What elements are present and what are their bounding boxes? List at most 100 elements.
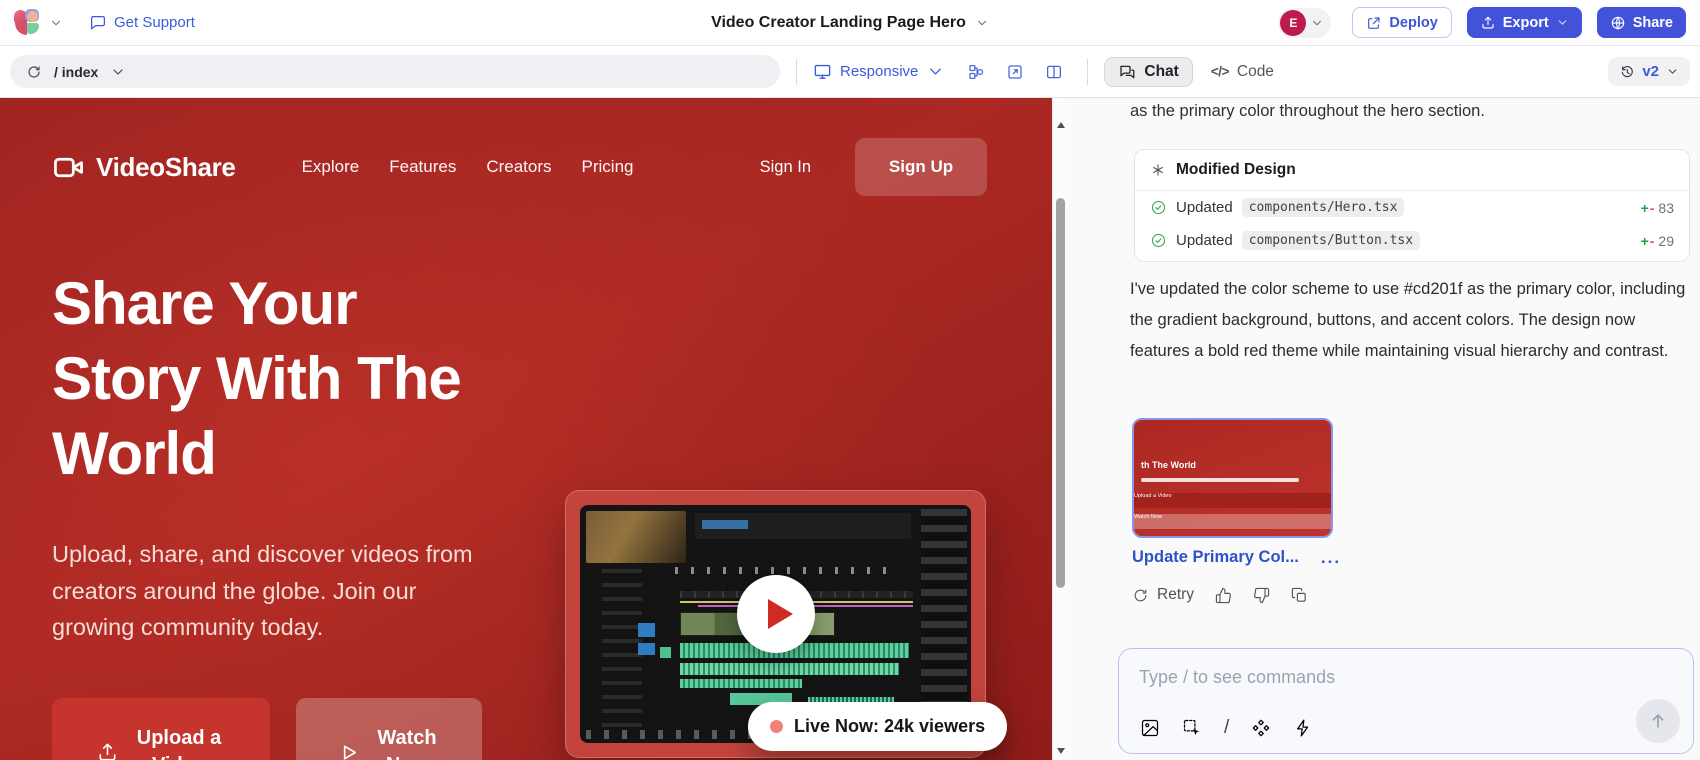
- chat-input[interactable]: [1139, 662, 1623, 692]
- diff-stat: + - 83: [1641, 200, 1674, 216]
- lightning-icon: [1293, 718, 1313, 738]
- plus-sign: +: [1641, 233, 1649, 249]
- retry-icon: [1132, 587, 1149, 604]
- play-icon: [337, 741, 360, 760]
- chevron-down-icon: [975, 16, 989, 30]
- chat-panel: as the primary color throughout the hero…: [1068, 98, 1700, 760]
- top-header: Get Support Video Creator Landing Page H…: [0, 0, 1700, 46]
- play-button[interactable]: [737, 575, 815, 653]
- globe-icon: [1610, 15, 1626, 31]
- sign-in-link[interactable]: Sign In: [760, 158, 811, 177]
- message-actions: Retry: [1132, 586, 1308, 604]
- avatar: E: [1280, 10, 1306, 36]
- version-link[interactable]: Update Primary Col...: [1132, 548, 1299, 567]
- thumbs-up-icon: [1215, 587, 1232, 604]
- videoshare-brand[interactable]: VideoShare: [52, 151, 236, 184]
- upload-video-label: Upload a Video: [132, 725, 227, 760]
- split-view-icon: [1045, 63, 1063, 81]
- watch-now-button[interactable]: Watch Now: [296, 698, 482, 760]
- quick-actions-button[interactable]: [1293, 718, 1313, 738]
- change-action: Updated: [1176, 199, 1233, 216]
- minus-sign: -: [1650, 233, 1655, 249]
- select-cursor-icon: [1182, 718, 1202, 738]
- app-logo[interactable]: [14, 9, 41, 36]
- more-options-button[interactable]: ...: [1321, 553, 1341, 563]
- check-circle-icon: [1150, 199, 1167, 216]
- thumbnail-mini-heading: th The World: [1141, 460, 1196, 470]
- preview-pane: VideoShare Explore Features Creators Pri…: [0, 98, 1068, 760]
- diff-stat: + - 29: [1641, 233, 1674, 249]
- scroll-down-arrow[interactable]: [1057, 748, 1065, 754]
- preview-toolbar: / index Responsive Chat </> C: [0, 46, 1700, 98]
- tab-chat[interactable]: Chat: [1104, 57, 1192, 87]
- upload-icon: [96, 741, 119, 760]
- nav-link-features[interactable]: Features: [389, 157, 456, 177]
- retry-label: Retry: [1157, 586, 1194, 604]
- slash-command-button[interactable]: /: [1224, 717, 1229, 739]
- thumbnail-mini-text: [1141, 478, 1299, 482]
- tab-code[interactable]: </> Code: [1211, 63, 1274, 81]
- preview-scrollbar[interactable]: [1052, 98, 1068, 760]
- change-row: Updated components/Hero.tsx + - 83: [1135, 191, 1689, 224]
- refresh-icon[interactable]: [26, 64, 42, 80]
- chat-input-container[interactable]: /: [1118, 648, 1694, 754]
- code-icon: </>: [1211, 64, 1229, 79]
- upload-video-button[interactable]: Upload a Video: [52, 698, 270, 760]
- nav-link-pricing[interactable]: Pricing: [582, 157, 634, 177]
- divider: [1087, 59, 1088, 85]
- integrations-button[interactable]: [1251, 718, 1271, 738]
- check-circle-icon: [1150, 232, 1167, 249]
- hero-heading: Share Your Story With The World: [52, 266, 497, 491]
- thumbnail-mini-button: Upload a Video: [1134, 493, 1331, 508]
- chevron-down-icon: [1310, 16, 1324, 30]
- app-window: Get Support Video Creator Landing Page H…: [0, 0, 1700, 760]
- copy-icon: [1291, 587, 1308, 604]
- copy-button[interactable]: [1291, 587, 1308, 604]
- diff-count: 29: [1658, 233, 1674, 249]
- version-select[interactable]: v2: [1608, 57, 1690, 86]
- diamonds-icon: [1251, 718, 1271, 738]
- chevron-down-icon: [926, 62, 945, 81]
- open-in-new-tab-button[interactable]: [998, 57, 1032, 87]
- account-menu[interactable]: E: [1278, 8, 1331, 38]
- nav-link-creators[interactable]: Creators: [486, 157, 551, 177]
- version-thumbnail[interactable]: th The World Upload a Video Watch Now: [1132, 418, 1333, 538]
- component-tree-button[interactable]: [959, 57, 993, 87]
- scroll-up-arrow[interactable]: [1057, 122, 1065, 128]
- live-dot-icon: [770, 720, 783, 733]
- chevron-down-icon[interactable]: [110, 64, 126, 80]
- diff-count: 83: [1658, 200, 1674, 216]
- chat-bubble-icon: [89, 14, 107, 32]
- watch-now-label: Watch Now: [373, 725, 441, 760]
- thumbnail-mini-button: Watch Now: [1134, 514, 1331, 529]
- chevron-down-icon: [1666, 65, 1679, 78]
- export-label: Export: [1503, 15, 1549, 31]
- share-button[interactable]: Share: [1597, 7, 1686, 38]
- upload-icon: [1480, 15, 1496, 31]
- changed-file: components/Hero.tsx: [1242, 198, 1405, 217]
- select-element-button[interactable]: [1182, 718, 1202, 738]
- assistant-message: I've updated the color scheme to use #cd…: [1130, 274, 1686, 367]
- split-view-button[interactable]: [1037, 57, 1071, 87]
- assistant-message-tail: as the primary color throughout the hero…: [1130, 102, 1690, 121]
- attach-image-button[interactable]: [1140, 718, 1160, 738]
- thumbs-down-icon: [1253, 587, 1270, 604]
- deploy-button[interactable]: Deploy: [1352, 7, 1451, 38]
- url-bar[interactable]: / index: [10, 55, 780, 88]
- chevron-down-icon[interactable]: [49, 16, 63, 30]
- device-mode-select[interactable]: Responsive: [813, 62, 945, 81]
- retry-button[interactable]: Retry: [1132, 586, 1194, 604]
- scrollbar-thumb[interactable]: [1056, 198, 1065, 588]
- route-path: / index: [54, 64, 98, 80]
- send-button[interactable]: [1636, 699, 1680, 743]
- plus-sign: +: [1641, 200, 1649, 216]
- export-button[interactable]: Export: [1467, 7, 1582, 38]
- video-camera-icon: [52, 151, 85, 184]
- thumbs-up-button[interactable]: [1215, 587, 1232, 604]
- thumbs-down-button[interactable]: [1253, 587, 1270, 604]
- project-title-menu[interactable]: Video Creator Landing Page Hero: [711, 0, 989, 46]
- divider: [796, 59, 797, 85]
- sign-up-button[interactable]: Sign Up: [855, 138, 987, 196]
- nav-link-explore[interactable]: Explore: [302, 157, 360, 177]
- get-support-button[interactable]: Get Support: [89, 14, 195, 32]
